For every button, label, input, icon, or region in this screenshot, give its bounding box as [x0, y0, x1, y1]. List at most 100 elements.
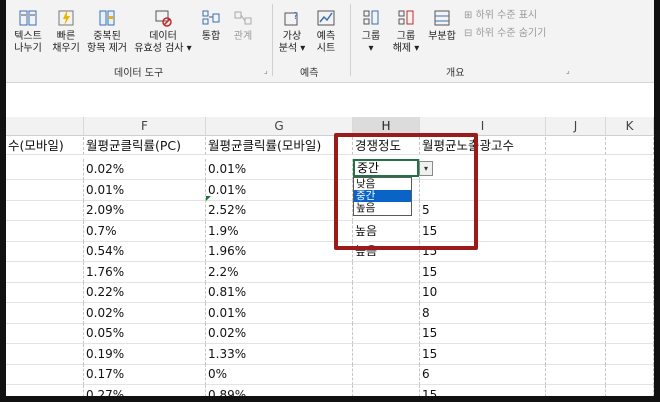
- cell-g[interactable]: 2.2%: [206, 262, 353, 283]
- cell-g[interactable]: 0.01%: [206, 180, 353, 201]
- cell-j[interactable]: [546, 221, 606, 242]
- cell-g[interactable]: 0.89%: [206, 385, 353, 396]
- data-validation-button[interactable]: 데이터 유효성 검사 ▾: [132, 0, 194, 55]
- cell-f[interactable]: 2.09%: [84, 200, 206, 221]
- cell-k[interactable]: [606, 221, 654, 242]
- cell-k[interactable]: [606, 282, 654, 303]
- header-cell-e[interactable]: 수(모바일): [6, 137, 84, 155]
- cell-e[interactable]: [6, 344, 84, 365]
- ungroup-button[interactable]: 그룹 해제 ▾: [390, 0, 422, 55]
- cell-f[interactable]: 0.17%: [84, 364, 206, 385]
- cell-f[interactable]: 0.54%: [84, 241, 206, 262]
- what-if-analysis-button[interactable]: ? 가상 분석 ▾: [276, 0, 308, 55]
- cell-k[interactable]: [606, 303, 654, 324]
- remove-duplicates-button[interactable]: 중복된 항목 제거: [84, 0, 130, 55]
- cell-g[interactable]: 0.02%: [206, 323, 353, 344]
- cell-f[interactable]: 0.02%: [84, 159, 206, 180]
- cell-g[interactable]: 2.52%: [206, 200, 353, 221]
- cell-e[interactable]: [6, 385, 84, 396]
- column-header-g[interactable]: G: [206, 117, 353, 136]
- cell-i[interactable]: 15: [420, 344, 546, 365]
- cell-f[interactable]: 0.01%: [84, 180, 206, 201]
- cell-f[interactable]: 0.05%: [84, 323, 206, 344]
- cell-g[interactable]: 1.96%: [206, 241, 353, 262]
- column-header-f[interactable]: F: [84, 117, 206, 136]
- group-button[interactable]: 그룹 ▾: [356, 0, 386, 55]
- cell-h[interactable]: [353, 385, 420, 396]
- cell-f[interactable]: 0.19%: [84, 344, 206, 365]
- cell-k[interactable]: [606, 344, 654, 365]
- cell-g[interactable]: 0.01%: [206, 159, 353, 180]
- cell-k[interactable]: [606, 364, 654, 385]
- cell-k[interactable]: [606, 180, 654, 201]
- cell-k[interactable]: [606, 159, 654, 180]
- cell-k[interactable]: [606, 241, 654, 262]
- cell-e[interactable]: [6, 262, 84, 283]
- cell-j[interactable]: [546, 364, 606, 385]
- cell-e[interactable]: [6, 200, 84, 221]
- cell-j[interactable]: [546, 385, 606, 396]
- cell-i[interactable]: 10: [420, 282, 546, 303]
- cell-g[interactable]: 1.33%: [206, 344, 353, 365]
- column-header-j[interactable]: J: [546, 117, 606, 136]
- cell-i[interactable]: 15: [420, 262, 546, 283]
- column-header-k[interactable]: K: [606, 117, 654, 136]
- cell-j[interactable]: [546, 323, 606, 344]
- cell-h[interactable]: [353, 282, 420, 303]
- outline-launcher-icon[interactable]: ⌟: [566, 66, 570, 75]
- data-tools-launcher-icon[interactable]: ⌟: [264, 66, 268, 75]
- cell-i[interactable]: 15: [420, 385, 546, 396]
- cell-k[interactable]: [606, 200, 654, 221]
- cell-i[interactable]: 15: [420, 323, 546, 344]
- cell-j[interactable]: [546, 262, 606, 283]
- cell-e[interactable]: [6, 282, 84, 303]
- text-to-columns-button[interactable]: 텍스트 나누기: [8, 0, 48, 55]
- cell-j[interactable]: [546, 200, 606, 221]
- cell-e[interactable]: [6, 323, 84, 344]
- cell-j[interactable]: [546, 180, 606, 201]
- cell-g[interactable]: 0.01%: [206, 303, 353, 324]
- cell-i[interactable]: 6: [420, 364, 546, 385]
- cell-g[interactable]: 1.9%: [206, 221, 353, 242]
- header-cell-g[interactable]: 월평균클릭률(모바일): [206, 137, 353, 155]
- cell-f[interactable]: 0.27%: [84, 385, 206, 396]
- forecast-sheet-button[interactable]: 예측 시트: [310, 0, 342, 55]
- show-detail-button[interactable]: ⊞ 하위 수준 표시: [464, 6, 537, 21]
- subtotal-button[interactable]: 부분합: [424, 0, 460, 43]
- cell-e[interactable]: [6, 159, 84, 180]
- cell-h[interactable]: [353, 303, 420, 324]
- cell-j[interactable]: [546, 241, 606, 262]
- cell-j[interactable]: [546, 344, 606, 365]
- cell-h[interactable]: [353, 364, 420, 385]
- cell-h[interactable]: [353, 344, 420, 365]
- cell-k[interactable]: [606, 323, 654, 344]
- cell-g[interactable]: 0.81%: [206, 282, 353, 303]
- cell-j[interactable]: [546, 159, 606, 180]
- cell-j[interactable]: [546, 282, 606, 303]
- cell-f[interactable]: 0.7%: [84, 221, 206, 242]
- cell-f[interactable]: 0.02%: [84, 303, 206, 324]
- header-cell-f[interactable]: 월평균클릭률(PC): [84, 137, 206, 155]
- hide-detail-button[interactable]: ⊟ 하위 수준 숨기기: [464, 24, 546, 39]
- cell-k[interactable]: [606, 385, 654, 396]
- cell-h[interactable]: [353, 323, 420, 344]
- cell-h[interactable]: [353, 262, 420, 283]
- flash-fill-button[interactable]: 빠른 채우기: [48, 0, 84, 55]
- cell-e[interactable]: [6, 364, 84, 385]
- ribbon-separator: [272, 4, 273, 76]
- cell-k[interactable]: [606, 262, 654, 283]
- cell-j[interactable]: [546, 303, 606, 324]
- column-header-e[interactable]: [6, 117, 84, 136]
- cell-f[interactable]: 1.76%: [84, 262, 206, 283]
- cell-i[interactable]: 8: [420, 303, 546, 324]
- cell-e[interactable]: [6, 241, 84, 262]
- cell-e[interactable]: [6, 180, 84, 201]
- cell-g[interactable]: 0%: [206, 364, 353, 385]
- cell-e[interactable]: [6, 221, 84, 242]
- header-cell-k[interactable]: [606, 137, 654, 155]
- relationships-button[interactable]: 관계: [228, 0, 258, 43]
- cell-f[interactable]: 0.22%: [84, 282, 206, 303]
- header-cell-j[interactable]: [546, 137, 606, 155]
- consolidate-button[interactable]: 통합: [196, 0, 226, 43]
- cell-e[interactable]: [6, 303, 84, 324]
